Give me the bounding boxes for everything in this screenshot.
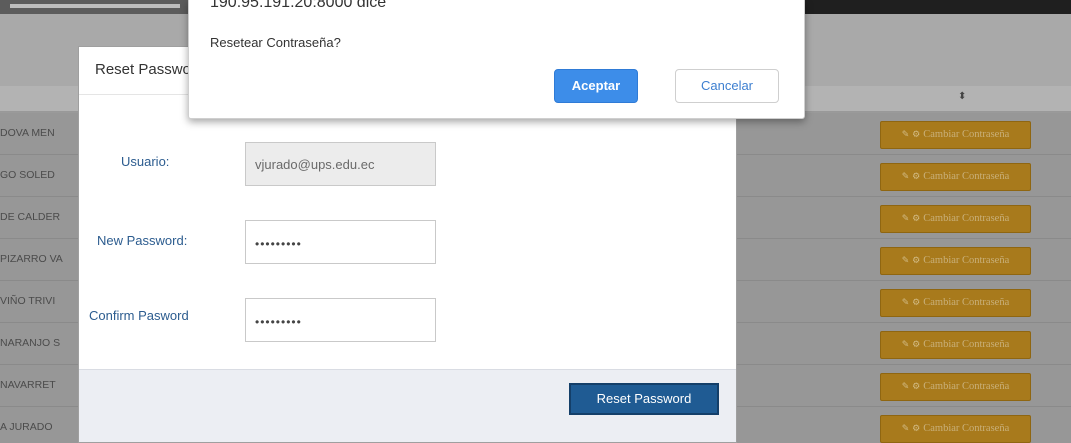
- new-password-field[interactable]: •••••••••: [245, 220, 436, 264]
- change-password-label: Cambiar Contraseña: [923, 213, 1010, 224]
- change-password-button[interactable]: ✎ ⚙ Cambiar Contraseña: [880, 373, 1031, 401]
- pencil-icon: ✎ ⚙: [901, 424, 921, 434]
- top-bar-stripe: [10, 4, 180, 8]
- pencil-icon: ✎ ⚙: [901, 130, 921, 140]
- dialog-origin: 190.95.191.20:8000 dice: [210, 0, 387, 11]
- pencil-icon: ✎ ⚙: [901, 172, 921, 182]
- pencil-icon: ✎ ⚙: [901, 382, 921, 392]
- row-name: VIÑO TRIVI: [0, 295, 56, 307]
- top-bar-dark-section: [771, 0, 1071, 14]
- change-password-button[interactable]: ✎ ⚙ Cambiar Contraseña: [880, 289, 1031, 317]
- change-password-label: Cambiar Contraseña: [923, 171, 1010, 182]
- confirm-dialog: 190.95.191.20:8000 dice Resetear Contras…: [188, 0, 805, 119]
- user-field: vjurado@ups.edu.ec: [245, 142, 436, 186]
- change-password-button[interactable]: ✎ ⚙ Cambiar Contraseña: [880, 163, 1031, 191]
- pencil-icon: ✎ ⚙: [901, 214, 921, 224]
- row-name: NARANJO S: [0, 337, 61, 349]
- sort-icon[interactable]: ⬍: [958, 91, 966, 102]
- change-password-label: Cambiar Contraseña: [923, 381, 1010, 392]
- pencil-icon: ✎ ⚙: [901, 298, 921, 308]
- change-password-label: Cambiar Contraseña: [923, 129, 1010, 140]
- change-password-label: Cambiar Contraseña: [923, 423, 1010, 434]
- change-password-button[interactable]: ✎ ⚙ Cambiar Contraseña: [880, 415, 1031, 443]
- change-password-label: Cambiar Contraseña: [923, 339, 1010, 350]
- dialog-message: Resetear Contraseña?: [210, 35, 341, 50]
- row-name: DE CALDER: [0, 211, 61, 223]
- change-password-button[interactable]: ✎ ⚙ Cambiar Contraseña: [880, 121, 1031, 149]
- change-password-button[interactable]: ✎ ⚙ Cambiar Contraseña: [880, 331, 1031, 359]
- confirm-password-field[interactable]: •••••••••: [245, 298, 436, 342]
- row-name: GO SOLED: [0, 169, 55, 181]
- change-password-button[interactable]: ✎ ⚙ Cambiar Contraseña: [880, 247, 1031, 275]
- cancel-button[interactable]: Cancelar: [675, 69, 779, 103]
- reset-password-button[interactable]: Reset Password: [569, 383, 719, 415]
- pencil-icon: ✎ ⚙: [901, 256, 921, 266]
- row-name: PIZARRO VA: [0, 253, 63, 265]
- pencil-icon: ✎ ⚙: [901, 340, 921, 350]
- row-name: NAVARRET: [0, 379, 56, 391]
- accept-button[interactable]: Aceptar: [554, 69, 638, 103]
- change-password-label: Cambiar Contraseña: [923, 297, 1010, 308]
- modal-footer: Reset Password: [79, 369, 736, 442]
- change-password-button[interactable]: ✎ ⚙ Cambiar Contraseña: [880, 205, 1031, 233]
- user-label: Usuario:: [121, 154, 170, 169]
- new-password-label: New Password:: [97, 233, 188, 248]
- confirm-password-label: Confirm Pasword: [89, 308, 189, 323]
- change-password-label: Cambiar Contraseña: [923, 255, 1010, 266]
- row-name: A JURADO: [0, 421, 53, 433]
- row-name: DOVA MEN: [0, 127, 55, 139]
